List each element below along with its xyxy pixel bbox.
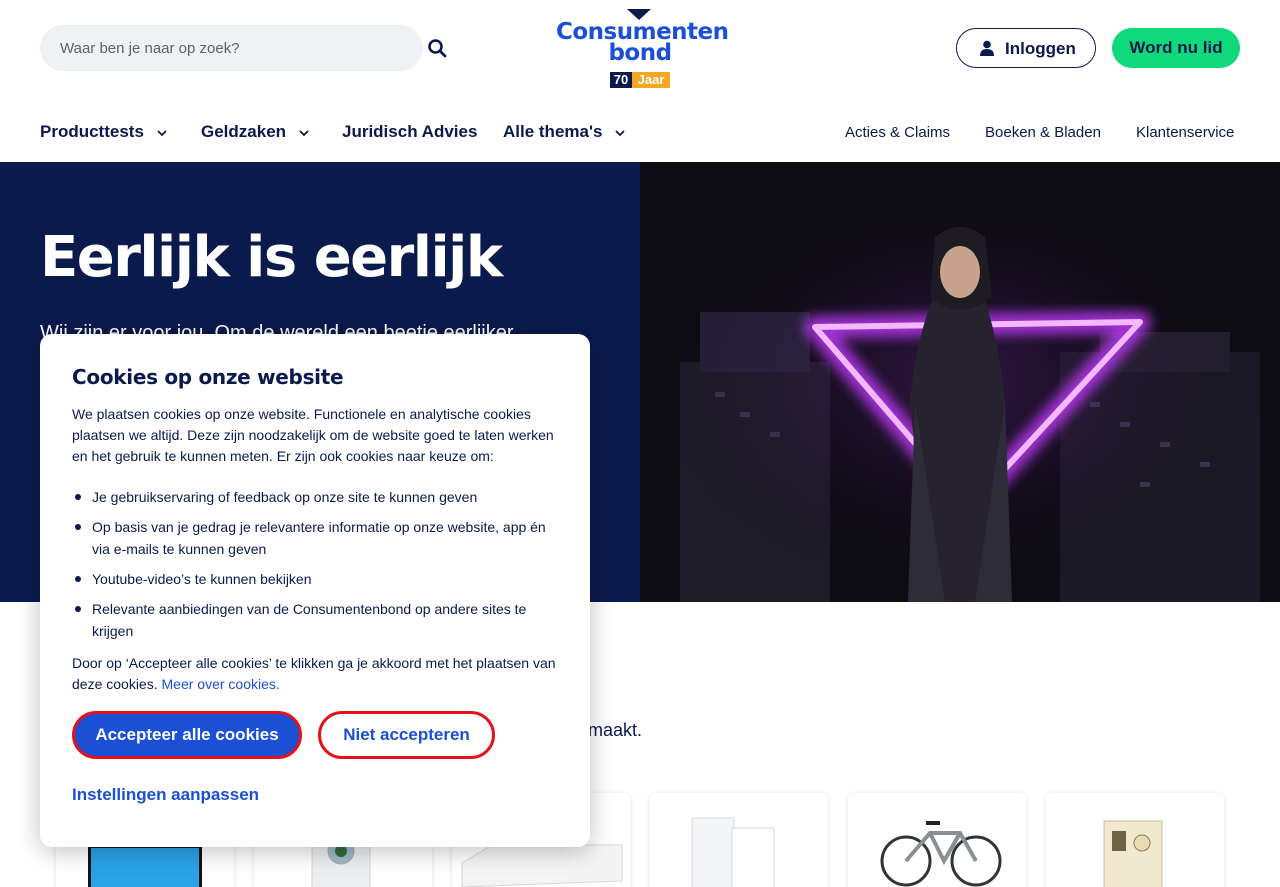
login-button[interactable]: Inloggen — [956, 28, 1096, 68]
nav-link-boeken-bladen[interactable]: Boeken & Bladen — [985, 124, 1101, 141]
list-item-text: Relevante aanbiedingen van de Consumente… — [92, 601, 527, 639]
search-bar — [40, 25, 447, 71]
list-item-text: Youtube-video’s te kunnen bekijken — [92, 571, 312, 587]
reject-cookies-button[interactable]: Niet accepteren — [318, 711, 495, 759]
boiler-icon — [691, 817, 775, 887]
nav-label: Alle thema's — [503, 122, 603, 141]
chevron-down-icon — [299, 129, 309, 136]
list-item: Je gebruikservaring of feedback op onze … — [72, 486, 562, 508]
bullet-icon — [75, 606, 81, 612]
cookie-footer-text: Door op ‘Accepteer alle cookies’ te klik… — [72, 655, 556, 692]
nav-item-juridisch-advies[interactable]: Juridisch Advies — [342, 122, 477, 142]
join-button[interactable]: Word nu lid — [1112, 28, 1240, 68]
nav-link-acties-claims[interactable]: Acties & Claims — [845, 124, 950, 141]
list-item: Op basis van je gedrag je relevantere in… — [72, 516, 562, 560]
cookie-purpose-list: Je gebruikservaring of feedback op onze … — [72, 486, 562, 650]
nav-item-producttests[interactable]: Producttests — [40, 122, 168, 142]
site-header: Consumenten bond 70 Jaar Inloggen Word n… — [0, 0, 1280, 162]
cookie-dialog-title: Cookies op onze website — [72, 365, 344, 389]
hero-title: Eerlijk is eerlijk — [40, 225, 503, 290]
nav-link-klantenservice[interactable]: Klantenservice — [1136, 124, 1234, 141]
accept-all-cookies-button[interactable]: Accepteer alle cookies — [72, 711, 302, 759]
adjust-settings-link[interactable]: Instellingen aanpassen — [72, 785, 259, 805]
search-input[interactable] — [60, 37, 380, 59]
nav-label: Producttests — [40, 122, 144, 141]
cookie-dialog-footer: Door op ‘Accepteer alle cookies’ te klik… — [72, 653, 562, 695]
more-about-cookies-link[interactable]: Meer over cookies. — [162, 676, 280, 692]
product-card-espresso-machine[interactable] — [1046, 793, 1224, 887]
espresso-machine-icon — [1103, 820, 1163, 887]
chevron-down-icon — [615, 129, 626, 136]
section-intro-fragment: maakt. — [588, 720, 643, 740]
logo-text-line2: bond — [608, 40, 672, 66]
hero-image — [640, 162, 1280, 602]
user-icon — [980, 40, 994, 56]
nav-label: Juridisch Advies — [342, 122, 478, 141]
list-item-text: Je gebruikservaring of feedback op onze … — [92, 489, 478, 505]
chevron-down-icon — [157, 129, 167, 136]
hero-illustration — [640, 162, 1280, 602]
logo-badge-number: 70 — [610, 72, 632, 88]
bullet-icon — [75, 494, 81, 500]
list-item-text: Op basis van je gedrag je relevantere in… — [92, 519, 546, 557]
product-card-boiler[interactable] — [650, 793, 828, 887]
bullet-icon — [75, 576, 81, 582]
search-icon[interactable] — [427, 38, 447, 58]
nav-item-geldzaken[interactable]: Geldzaken — [201, 122, 310, 142]
login-label: Inloggen — [1005, 39, 1076, 58]
join-label: Word nu lid — [1129, 38, 1223, 57]
bicycle-icon — [880, 821, 1002, 887]
list-item: Relevante aanbiedingen van de Consumente… — [72, 598, 562, 642]
list-item: Youtube-video’s te kunnen bekijken — [72, 568, 562, 590]
nav-item-alle-themas[interactable]: Alle thema's — [503, 122, 626, 142]
nav-label: Geldzaken — [201, 122, 287, 141]
product-card-bicycle[interactable] — [848, 793, 1026, 887]
consumentenbond-logo[interactable]: Consumenten bond 70 Jaar — [556, 8, 729, 90]
bullet-icon — [75, 524, 81, 530]
cookie-consent-dialog: Cookies op onze website We plaatsen cook… — [40, 334, 590, 847]
cookie-dialog-intro: We plaatsen cookies op onze website. Fun… — [72, 406, 554, 464]
logo-badge-word: Jaar — [632, 72, 670, 88]
